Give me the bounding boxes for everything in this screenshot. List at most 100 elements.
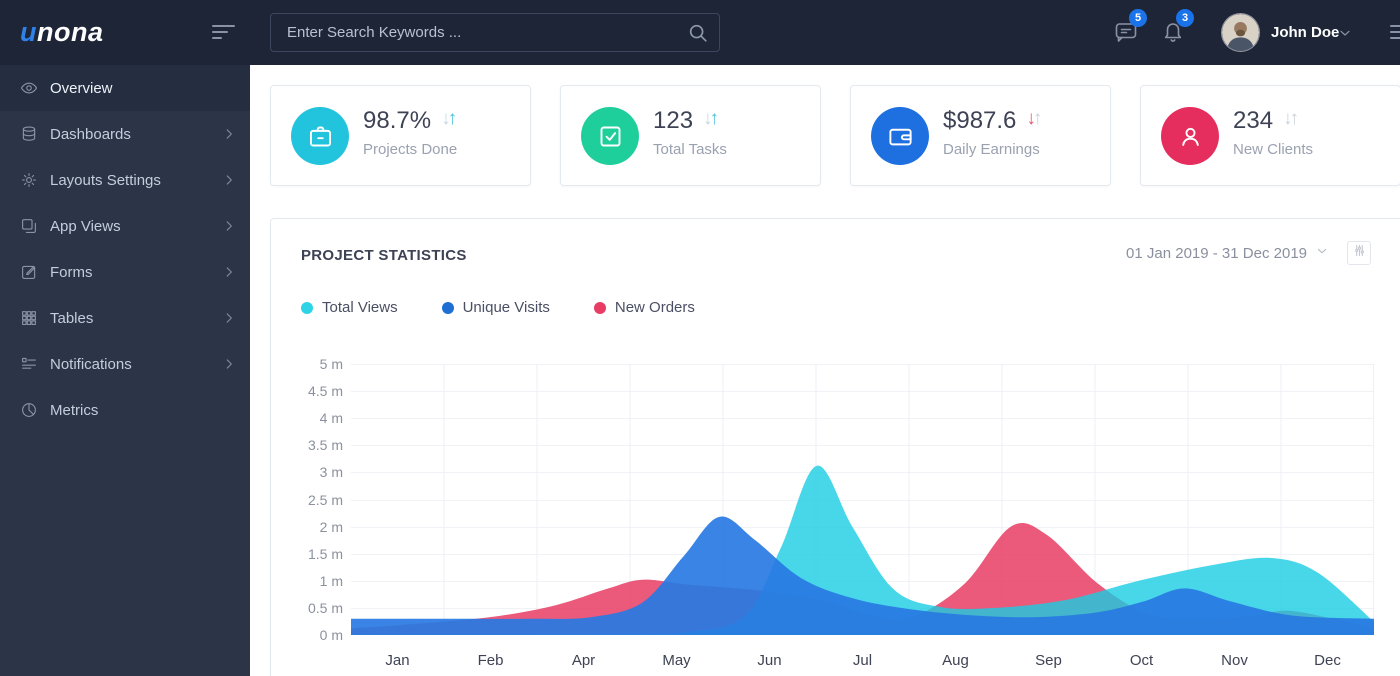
sidebar-item-label: Tables	[50, 310, 93, 327]
legend-item-total-views[interactable]: Total Views	[301, 299, 398, 316]
x-axis-label: Sep	[1009, 651, 1089, 671]
settings-toggle-icon[interactable]	[1390, 25, 1400, 39]
legend-dot	[301, 302, 313, 314]
x-axis-label: May	[637, 651, 717, 671]
grid-icon	[20, 309, 38, 327]
sidebar-item-notifications[interactable]: Notifications	[0, 341, 250, 387]
app-logo[interactable]: unona	[20, 0, 104, 65]
sidebar-item-label: Overview	[50, 80, 113, 97]
chevron-right-icon	[222, 357, 236, 371]
legend-item-new-orders[interactable]: New Orders	[594, 299, 695, 316]
sidebar-item-label: Dashboards	[50, 126, 131, 143]
search-box	[270, 13, 720, 52]
date-range-value: 01 Jan 2019 - 31 Dec 2019	[1126, 245, 1307, 262]
x-axis-label: Aug	[916, 651, 996, 671]
trend-arrows-icon: ↓↑	[703, 108, 716, 130]
sidebar-item-forms[interactable]: Forms	[0, 249, 250, 295]
sidebar-item-tables[interactable]: Tables	[0, 295, 250, 341]
stat-label: Total Tasks	[653, 141, 727, 158]
eye-icon	[20, 79, 38, 97]
user-menu-chevron-icon[interactable]	[1337, 25, 1353, 46]
logo-accent-letter: u	[20, 17, 37, 48]
y-axis-tick: 1 m	[271, 571, 343, 591]
stat-value: 123	[653, 107, 693, 135]
x-axis-label: Nov	[1195, 651, 1275, 671]
arrow-up-icon: ↑	[448, 108, 455, 129]
edit-icon	[20, 263, 38, 281]
wallet-icon	[871, 107, 929, 165]
briefcase-icon	[291, 107, 349, 165]
y-axis-tick: 5 m	[271, 354, 343, 374]
chevron-right-icon	[222, 173, 236, 187]
stat-card-new-clients: 234↓↑New Clients	[1140, 85, 1400, 186]
sidebar-item-label: App Views	[50, 218, 121, 235]
y-axis-tick: 3 m	[271, 462, 343, 482]
legend-label: Unique Visits	[463, 299, 550, 316]
arrow-up-icon: ↑	[710, 108, 717, 129]
y-axis-tick: 0 m	[271, 625, 343, 645]
stat-value: 234	[1233, 107, 1273, 135]
arrow-up-icon: ↑	[1033, 108, 1040, 129]
database-icon	[20, 125, 38, 143]
sidebar-nav: Overview Dashboards Layouts Settings App Vi…	[0, 65, 250, 433]
y-axis-tick: 2.5 m	[271, 490, 343, 510]
stat-label: New Clients	[1233, 141, 1313, 158]
notifications-badge: 3	[1176, 9, 1194, 27]
legend-dot	[594, 302, 606, 314]
pie-chart-icon	[20, 401, 38, 419]
sidebar-item-dashboards[interactable]: Dashboards	[0, 111, 250, 157]
windows-icon	[20, 217, 38, 235]
x-axis-label: Feb	[451, 651, 531, 671]
legend-label: Total Views	[322, 299, 398, 316]
logo-rest: nona	[37, 17, 104, 48]
sidebar-item-label: Notifications	[50, 356, 132, 373]
y-axis-tick: 1.5 m	[271, 544, 343, 564]
sidebar-item-layouts-settings[interactable]: Layouts Settings	[0, 157, 250, 203]
list-icon	[20, 355, 38, 373]
sidebar: Overview Dashboards Layouts Settings App Vi…	[0, 65, 250, 676]
stat-value: 98.7%	[363, 107, 431, 135]
notifications-button[interactable]: 3	[1161, 20, 1185, 49]
search-input[interactable]	[271, 14, 719, 51]
chevron-right-icon	[222, 265, 236, 279]
sidebar-toggle-icon[interactable]	[212, 25, 235, 39]
bell-icon	[1161, 31, 1185, 48]
stat-label: Daily Earnings	[943, 141, 1040, 158]
y-axis-tick: 0.5 m	[271, 598, 343, 618]
x-axis-label: Apr	[544, 651, 624, 671]
sidebar-item-app-views[interactable]: App Views	[0, 203, 250, 249]
stat-value: $987.6	[943, 107, 1016, 135]
y-axis-tick: 2 m	[271, 517, 343, 537]
sliders-icon	[1352, 243, 1367, 263]
legend-item-unique-visits[interactable]: Unique Visits	[442, 299, 550, 316]
check-square-icon	[581, 107, 639, 165]
date-range-selector[interactable]: 01 Jan 2019 - 31 Dec 2019	[1126, 244, 1329, 262]
search-icon[interactable]	[687, 22, 709, 49]
messages-button[interactable]: 5	[1114, 20, 1138, 49]
stat-card-daily-earnings: $987.6 ↓↑ Daily Earnings	[850, 85, 1111, 186]
chart-legend: Total Views Unique Visits New Orders	[301, 299, 695, 316]
trend-arrows-icon: ↓↑	[1026, 108, 1039, 130]
chevron-down-icon	[1315, 244, 1329, 262]
sidebar-item-metrics[interactable]: Metrics	[0, 387, 250, 433]
x-axis-label: Dec	[1288, 651, 1368, 671]
user-avatar[interactable]	[1222, 14, 1259, 51]
panel-title: PROJECT STATISTICS	[301, 247, 467, 264]
topbar: unona 5 3 John Doe	[0, 0, 1400, 65]
project-statistics-chart	[351, 364, 1374, 635]
user-icon	[1161, 107, 1219, 165]
chat-bubble-icon	[1114, 31, 1138, 48]
x-axis-label: Jun	[730, 651, 810, 671]
filter-button[interactable]	[1347, 241, 1371, 265]
messages-badge: 5	[1129, 9, 1147, 27]
x-axis-label: Jul	[823, 651, 903, 671]
x-axis-label: Jan	[358, 651, 438, 671]
gear-icon	[20, 171, 38, 189]
user-name[interactable]: John Doe	[1271, 0, 1339, 65]
y-axis-tick: 4.5 m	[271, 381, 343, 401]
x-axis-label: Oct	[1102, 651, 1182, 671]
sidebar-item-label: Forms	[50, 264, 93, 281]
sidebar-item-overview[interactable]: Overview	[0, 65, 250, 111]
logo-area: unona	[0, 0, 250, 65]
stat-label: Projects Done	[363, 141, 457, 158]
